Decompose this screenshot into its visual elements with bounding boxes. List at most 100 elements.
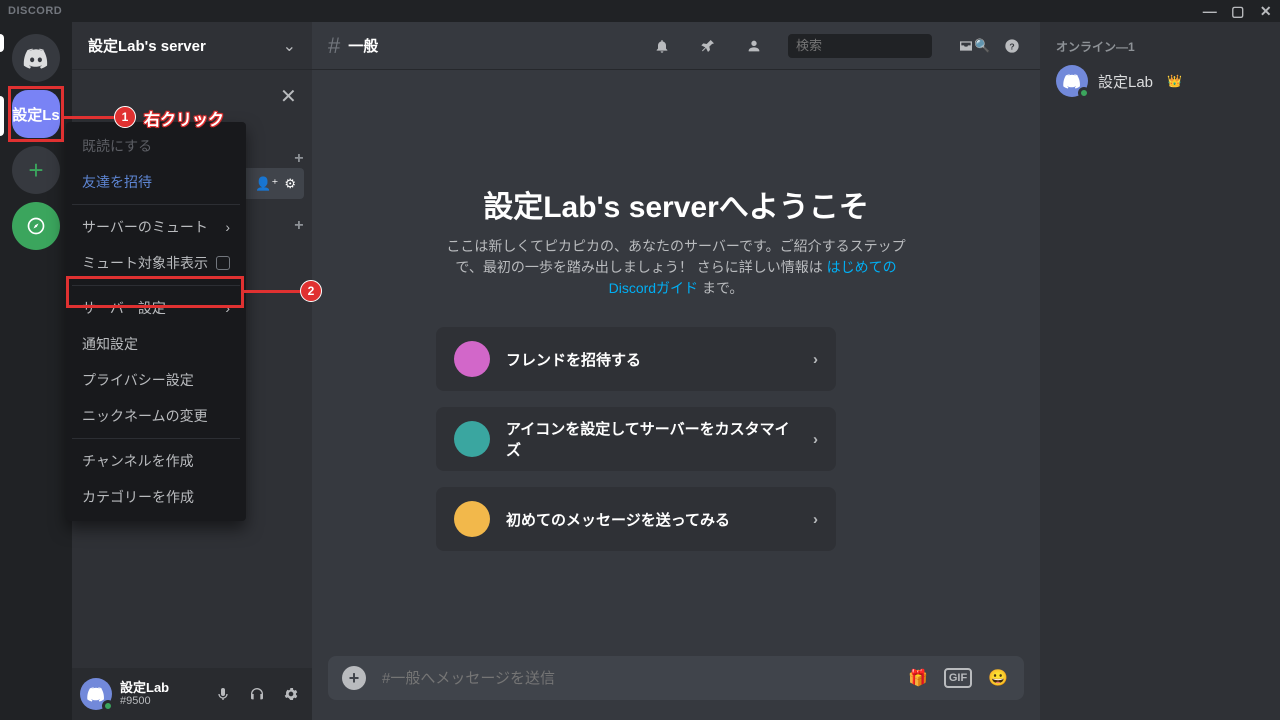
compass-icon bbox=[26, 216, 46, 236]
search-box[interactable]: 🔍 bbox=[788, 34, 932, 58]
user-name: 設定Lab bbox=[120, 681, 202, 695]
add-voice-icon[interactable]: + bbox=[294, 217, 304, 235]
ctx-label: ミュート対象非表示 bbox=[82, 253, 208, 273]
ctx-label: ニックネームの変更 bbox=[82, 406, 208, 426]
ctx-item[interactable]: チャンネルを作成 bbox=[72, 443, 240, 479]
ctx-item[interactable]: カテゴリーを作成 bbox=[72, 479, 240, 515]
close-icon[interactable]: ✕ bbox=[280, 84, 297, 109]
add-server-button[interactable]: + bbox=[12, 146, 60, 194]
ctx-item: 既読にする bbox=[72, 128, 240, 164]
chevron-right-icon: › bbox=[225, 300, 230, 316]
explore-button[interactable] bbox=[12, 202, 60, 250]
annotation-line-2 bbox=[244, 290, 300, 293]
chevron-down-icon: ⌄ bbox=[283, 36, 296, 56]
welcome-card-2[interactable]: 初めてのメッセージを送ってみる› bbox=[436, 487, 836, 551]
card-icon bbox=[454, 341, 490, 377]
members-button[interactable] bbox=[742, 34, 766, 58]
chevron-right-icon: › bbox=[813, 351, 818, 368]
welcome-card-0[interactable]: フレンドを招待する › bbox=[436, 327, 836, 391]
card-icon bbox=[454, 501, 490, 537]
server-context-menu: 既読にする友達を招待サーバーのミュート › ミュート対象非表示サーバー設定 › 通知設定… bbox=[66, 122, 246, 521]
welcome-block: 設定Lab's serverへようこそ ここは新しくてピカピカの、あなたのサーバ… bbox=[436, 110, 916, 567]
welcome-body: ここは新しくてピカピカの、あなたのサーバーです。ご紹介するステップで、最初の一歩… bbox=[436, 236, 916, 299]
ctx-label: カテゴリーを作成 bbox=[82, 487, 194, 507]
members-header: オンライン—1 bbox=[1048, 38, 1272, 61]
ctx-item[interactable]: 友達を招待 bbox=[72, 164, 240, 200]
settings-button[interactable] bbox=[278, 681, 304, 707]
attach-button[interactable]: + bbox=[342, 666, 366, 690]
window-maximize[interactable]: ▢ bbox=[1224, 0, 1252, 22]
search-input[interactable] bbox=[794, 37, 974, 54]
member-list: オンライン—1 設定Lab 👑 bbox=[1040, 22, 1280, 720]
help-button[interactable]: ? bbox=[1000, 34, 1024, 58]
ctx-item[interactable]: 通知設定 bbox=[72, 326, 240, 362]
ctx-label: チャンネルを作成 bbox=[82, 451, 194, 471]
chevron-right-icon: › bbox=[225, 219, 230, 235]
ctx-label: サーバー設定 bbox=[82, 298, 166, 318]
user-panel: 設定Lab #9500 bbox=[72, 668, 312, 720]
ctx-item[interactable]: サーバー設定 › bbox=[72, 290, 240, 326]
chat-content: 設定Lab's serverへようこそ ここは新しくてピカピカの、あなたのサーバ… bbox=[312, 70, 1040, 656]
channel-header: # 一般 🔍 ? bbox=[312, 22, 1040, 70]
member-row[interactable]: 設定Lab 👑 bbox=[1048, 61, 1272, 101]
owner-crown-icon: 👑 bbox=[1167, 74, 1182, 88]
gear-icon bbox=[283, 686, 299, 702]
card-label: 初めてのメッセージを送ってみる bbox=[506, 509, 797, 530]
emoji-button[interactable]: 😀 bbox=[986, 666, 1010, 690]
mic-icon bbox=[215, 686, 231, 702]
pin-icon bbox=[700, 38, 716, 54]
svg-text:?: ? bbox=[1009, 41, 1014, 51]
inbox-button[interactable] bbox=[954, 34, 978, 58]
welcome-card-1[interactable]: アイコンを設定してサーバーをカスタマイズ› bbox=[436, 407, 836, 471]
mute-button[interactable] bbox=[210, 681, 236, 707]
window-close[interactable]: ✕ bbox=[1252, 0, 1280, 22]
headphones-icon bbox=[249, 686, 265, 702]
server-header[interactable]: 設定Lab's server ⌄ bbox=[72, 22, 312, 70]
add-channel-icon[interactable]: + bbox=[294, 150, 304, 168]
status-online-icon bbox=[1078, 87, 1090, 99]
user-avatar[interactable] bbox=[80, 678, 112, 710]
gif-button[interactable]: GIF bbox=[944, 668, 972, 688]
notifications-button[interactable] bbox=[650, 34, 674, 58]
checkbox-icon bbox=[216, 256, 230, 270]
home-button[interactable] bbox=[12, 34, 60, 82]
ctx-item[interactable]: ニックネームの変更 bbox=[72, 398, 240, 434]
gift-button[interactable]: 🎁 bbox=[906, 666, 930, 690]
deafen-button[interactable] bbox=[244, 681, 270, 707]
discord-icon bbox=[22, 44, 50, 72]
ctx-label: サーバーのミュート bbox=[82, 217, 208, 237]
app-name: DISCORD bbox=[8, 5, 62, 17]
channel-name: 一般 bbox=[348, 35, 378, 56]
card-label: フレンドを招待する bbox=[506, 349, 797, 370]
chevron-right-icon: › bbox=[813, 431, 818, 448]
server-name: 設定Lab's server bbox=[88, 35, 206, 56]
ctx-label: 既読にする bbox=[82, 136, 152, 156]
main-area: # 一般 🔍 ? 設定Lab's serverへようこそ bbox=[312, 22, 1280, 720]
hash-icon: # bbox=[328, 33, 340, 59]
ctx-item[interactable]: ミュート対象非表示 bbox=[72, 245, 240, 281]
ctx-item[interactable]: サーバーのミュート › bbox=[72, 209, 240, 245]
member-name: 設定Lab bbox=[1098, 71, 1153, 92]
app-window: DISCORD — ▢ ✕ 設定Ls + 設定Lab's server ⌄ bbox=[0, 0, 1280, 720]
message-input[interactable] bbox=[380, 669, 892, 688]
annotation-badge-1: 1 bbox=[114, 106, 136, 128]
server-icon-selected[interactable]: 設定Ls bbox=[12, 90, 60, 138]
member-avatar bbox=[1056, 65, 1088, 97]
help-icon: ? bbox=[1004, 38, 1020, 54]
server-pill bbox=[0, 34, 4, 52]
gear-icon[interactable]: ⚙ bbox=[284, 176, 296, 192]
pinned-button[interactable] bbox=[696, 34, 720, 58]
window-minimize[interactable]: — bbox=[1196, 0, 1224, 22]
annotation-label-1: 右クリック bbox=[144, 106, 224, 130]
titlebar: DISCORD — ▢ ✕ bbox=[0, 0, 1280, 22]
annotation-line-1 bbox=[64, 116, 114, 119]
message-composer[interactable]: + 🎁 GIF 😀 bbox=[328, 656, 1024, 700]
server-pill-active bbox=[0, 96, 4, 136]
bell-icon bbox=[654, 38, 670, 54]
ctx-item[interactable]: プライバシー設定 bbox=[72, 362, 240, 398]
members-icon bbox=[746, 38, 762, 54]
server-rail: 設定Ls + bbox=[0, 22, 72, 720]
status-online-icon bbox=[102, 700, 114, 712]
chat-column: # 一般 🔍 ? 設定Lab's serverへようこそ bbox=[312, 22, 1040, 720]
invite-icon[interactable]: 👤⁺ bbox=[255, 176, 278, 192]
